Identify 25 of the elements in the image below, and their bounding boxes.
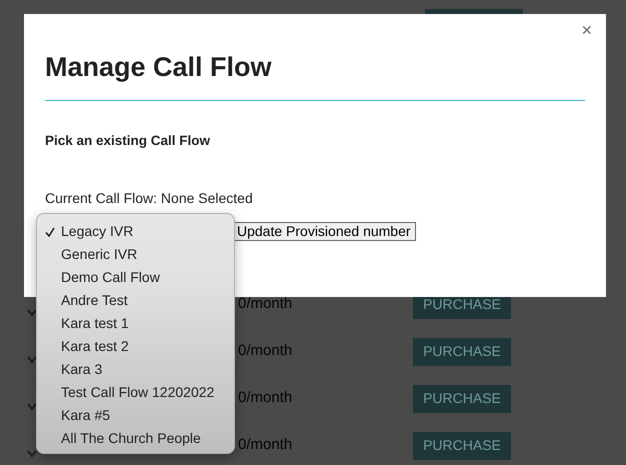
section-heading: Pick an existing Call Flow bbox=[45, 132, 212, 150]
dropdown-option[interactable]: Test Call Flow 12202022 bbox=[37, 381, 234, 404]
current-call-flow-text: Current Call Flow: None Selected bbox=[45, 188, 254, 208]
dropdown-option[interactable]: Demo Call Flow bbox=[37, 266, 234, 289]
price-text: 0/month bbox=[238, 294, 294, 314]
close-button[interactable]: × bbox=[579, 20, 594, 42]
purchase-button[interactable]: PURCHASE bbox=[413, 432, 511, 460]
price-text: 0/month bbox=[238, 388, 294, 408]
chevron-down-icon[interactable] bbox=[27, 402, 37, 410]
price-text: 0/month bbox=[238, 341, 294, 362]
dropdown-option[interactable]: Kara test 2 bbox=[37, 335, 234, 358]
dropdown-option[interactable]: Legacy IVR bbox=[37, 220, 234, 243]
modal-title: Manage Call Flow bbox=[45, 51, 273, 84]
dropdown-option[interactable]: All The Church People bbox=[37, 427, 234, 450]
dropdown-option[interactable]: Kara 3 bbox=[37, 358, 234, 381]
dropdown-option[interactable]: Generic IVR bbox=[37, 243, 234, 266]
dropdown-option[interactable]: Andre Test bbox=[37, 289, 234, 312]
price-text: 0/month bbox=[238, 435, 294, 456]
chevron-down-icon[interactable] bbox=[27, 308, 37, 316]
purchase-button[interactable]: PURCHASE bbox=[413, 338, 511, 366]
purchase-button[interactable]: PURCHASE bbox=[413, 384, 511, 412]
dropdown-option[interactable]: Kara test 1 bbox=[37, 312, 234, 335]
chevron-down-icon[interactable] bbox=[27, 356, 37, 364]
dropdown-option[interactable]: Kara #5 bbox=[37, 404, 234, 427]
update-button[interactable]: Update Provisioned number bbox=[232, 222, 416, 241]
